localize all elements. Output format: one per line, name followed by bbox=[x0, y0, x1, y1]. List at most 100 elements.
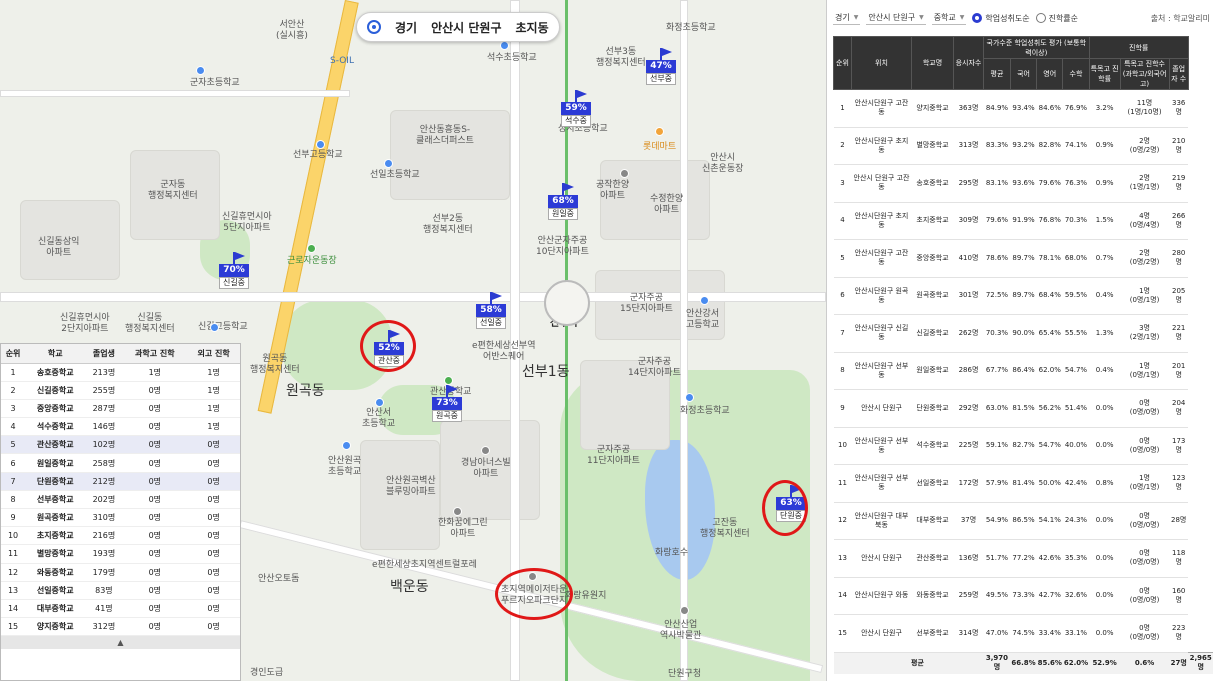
table-row[interactable]: 2 신길중학교 255명 0명 1명 bbox=[1, 381, 240, 400]
school-poi-icon[interactable] bbox=[700, 296, 709, 305]
table-row[interactable]: 10 안산시단원구 선부동 석수중학교 225명 59.1% 82.7% 54.7% 40.0… bbox=[833, 427, 1214, 465]
map-label: 군자초등학교 bbox=[190, 78, 240, 88]
table-row[interactable]: 9 원곡중학교 310명 0명 0명 bbox=[1, 508, 240, 528]
school-poi-icon[interactable] bbox=[375, 398, 384, 407]
table-row[interactable]: 1 송호중학교 213명 1명 1명 bbox=[1, 363, 240, 382]
table-row[interactable]: 13 안산시 단원구 관산중학교 136명 51.7% 77.2% 42.6% 35.3% 0.… bbox=[833, 539, 1214, 578]
table-row[interactable]: 8 안산시단원구 선부동 원일중학교 286명 67.7% 86.4% 62.0% 54.7%… bbox=[833, 352, 1214, 390]
school-poi-icon[interactable] bbox=[210, 323, 219, 332]
mart-poi-icon[interactable] bbox=[655, 127, 664, 136]
table-cell: 0명 (0명/0명) bbox=[1120, 539, 1170, 578]
table-row[interactable]: 11 안산시단원구 선부동 선일중학교 172명 57.9% 81.4% 50.0% 42.4… bbox=[833, 464, 1214, 503]
map-label: 롯데마트 bbox=[643, 142, 677, 152]
table-cell: 안산시단원구 원곡동 bbox=[851, 277, 912, 315]
map-label: 공작한양 아파트 bbox=[596, 180, 630, 201]
school-poi-icon[interactable] bbox=[316, 140, 325, 149]
table-cell: 1.3% bbox=[1089, 314, 1121, 353]
table-row[interactable]: 15 양지중학교 312명 0명 0명 bbox=[1, 617, 240, 637]
table-row[interactable]: 14 안산시단원구 와동 와동중학교 259명 49.5% 73.3% 42.7% 32.6%… bbox=[833, 577, 1214, 615]
table-row[interactable]: 10 초지중학교 216명 0명 0명 bbox=[1, 526, 240, 546]
sort-advance-radio[interactable]: 진학률순 bbox=[1035, 13, 1078, 24]
map-label: 신길고등학교 bbox=[198, 322, 248, 332]
table-row[interactable]: 7 단원중학교 212명 0명 0명 bbox=[1, 472, 240, 491]
scroll-up-button[interactable]: ▲ bbox=[1, 636, 240, 650]
breadcrumb-region[interactable]: 경기 bbox=[395, 19, 417, 36]
table-cell: 0.0% bbox=[1089, 389, 1121, 428]
header-school: 학교명 bbox=[911, 36, 954, 90]
table-cell: 336명 bbox=[1169, 89, 1189, 128]
region-select[interactable]: 경기 ▼ bbox=[833, 11, 861, 25]
table-row[interactable]: 9 안산시 단원구 단원중학교 292명 63.0% 81.5% 56.2% 51.4% 0.0… bbox=[833, 389, 1214, 428]
level-select[interactable]: 중학교 ▼ bbox=[931, 11, 967, 25]
apartment-poi-icon[interactable] bbox=[453, 507, 462, 516]
header-rank: 순위 bbox=[833, 36, 852, 90]
table-cell: 42.6% bbox=[1036, 539, 1063, 578]
location-target-icon[interactable] bbox=[367, 20, 381, 34]
sort-achievement-radio[interactable]: 학업성취도순 bbox=[972, 13, 1030, 24]
map-label: 안산강서 고등학교 bbox=[686, 309, 720, 330]
footer-cell: 2,965명 bbox=[1188, 651, 1213, 674]
table-row[interactable]: 7 안산시단원구 신길동 신길중학교 262명 70.3% 90.0% 65.4% 55.5%… bbox=[833, 314, 1214, 353]
breadcrumb-dong[interactable]: 초지동 bbox=[516, 19, 549, 36]
table-cell: 309명 bbox=[953, 202, 984, 240]
table-row[interactable]: 3 중앙중학교 287명 0명 1명 bbox=[1, 399, 240, 419]
table-row[interactable]: 4 안산시단원구 초지동 초지중학교 309명 79.6% 91.9% 76.8% 70.3%… bbox=[833, 202, 1214, 240]
table-cell: 0.4% bbox=[1089, 277, 1121, 315]
school-poi-icon[interactable] bbox=[500, 41, 509, 50]
breadcrumb-city[interactable]: 안산시 단원구 bbox=[431, 19, 501, 36]
school-name-cell: 원일중학교 bbox=[25, 453, 86, 473]
museum-poi-icon[interactable] bbox=[680, 606, 689, 615]
table-cell: 0명 bbox=[122, 581, 188, 600]
table-cell: 179명 bbox=[85, 563, 123, 582]
table-cell: 0명 bbox=[122, 417, 188, 437]
table-row[interactable]: 5 안산시단원구 고잔동 중앙중학교 410명 78.6% 89.7% 78.1% 68.0%… bbox=[833, 239, 1214, 278]
table-cell: 54.7% bbox=[1062, 352, 1090, 390]
table-cell: 11명 (1명/10명) bbox=[1120, 89, 1170, 128]
school-poi-icon[interactable] bbox=[384, 159, 393, 168]
apartment-poi-icon[interactable] bbox=[481, 446, 490, 455]
highlight-circle bbox=[360, 320, 416, 372]
table-row[interactable]: 14 대부중학교 41명 0명 0명 bbox=[1, 599, 240, 619]
table-row[interactable]: 15 안산시 단원구 선부중학교 314명 47.0% 74.5% 33.4% 33.1% 0.… bbox=[833, 614, 1214, 653]
table-cell: 15 bbox=[833, 614, 852, 653]
school-poi-icon[interactable] bbox=[685, 393, 694, 402]
region-select-value: 경기 bbox=[835, 13, 850, 22]
table-cell: 70.3% bbox=[1062, 202, 1090, 240]
table-cell: 57.9% bbox=[983, 464, 1011, 503]
apartment-poi-icon[interactable] bbox=[620, 169, 629, 178]
table-header-row: 순위 학교 졸업생 과학고 진학 외고 진학 bbox=[1, 344, 240, 364]
table-row[interactable]: 6 원일중학교 258명 0명 0명 bbox=[1, 453, 240, 473]
table-cell: 32.6% bbox=[1062, 577, 1090, 615]
table-cell: 안산시단원구 와동 bbox=[851, 577, 912, 615]
stadium-poi-icon[interactable] bbox=[307, 244, 316, 253]
table-cell: 석수중학교 bbox=[911, 427, 954, 465]
table-row[interactable]: 4 석수중학교 146명 0명 1명 bbox=[1, 417, 240, 437]
table-cell: 0명 bbox=[122, 453, 188, 473]
table-row[interactable]: 12 안산시단원구 대부북동 대부중학교 37명 54.9% 86.5% 54.1% 24.3… bbox=[833, 502, 1214, 540]
table-cell: 1명 bbox=[122, 363, 188, 382]
table-row[interactable]: 2 안산시단원구 초지동 별망중학교 313명 83.3% 93.2% 82.8% 74.1%… bbox=[833, 127, 1214, 165]
table-row[interactable]: 12 와동중학교 179명 0명 0명 bbox=[1, 563, 240, 582]
table-row[interactable]: 11 별망중학교 193명 0명 0명 bbox=[1, 544, 240, 564]
table-cell: 3 bbox=[1, 399, 26, 419]
table-row[interactable]: 8 선부중학교 202명 0명 0명 bbox=[1, 490, 240, 510]
table-row[interactable]: 1 안산시단원구 고잔동 양지중학교 363명 84.9% 93.4% 84.6% 76.9%… bbox=[833, 89, 1214, 128]
flag-percent: 73% bbox=[432, 397, 462, 410]
footer-cell bbox=[833, 651, 852, 674]
table-row[interactable]: 3 안산시 단원구 고잔동 송호중학교 295명 83.1% 93.6% 79.6% 76.3… bbox=[833, 164, 1214, 203]
table-cell: 193명 bbox=[85, 544, 123, 564]
table-row[interactable]: 5 관산중학교 102명 0명 0명 bbox=[1, 435, 240, 455]
map-label: 선부2동 행정복지센터 bbox=[423, 214, 473, 235]
map-label: 경남아너스빌 아파트 bbox=[461, 458, 511, 479]
school-poi-icon[interactable] bbox=[342, 441, 351, 450]
location-breadcrumb[interactable]: 경기 안산시 단원구 초지동 bbox=[356, 12, 560, 42]
table-cell: 93.6% bbox=[1010, 164, 1037, 203]
table-row[interactable]: 6 안산시단원구 원곡동 원곡중학교 301명 72.5% 89.7% 68.4% 59.5%… bbox=[833, 277, 1214, 315]
map-label: 선부1동 bbox=[522, 364, 570, 380]
school-poi-icon[interactable] bbox=[196, 66, 205, 75]
table-row[interactable]: 13 선일중학교 83명 0명 0명 bbox=[1, 581, 240, 600]
table-cell: 50.0% bbox=[1036, 464, 1063, 503]
stadium-poi-icon[interactable] bbox=[444, 376, 453, 385]
side-road bbox=[680, 0, 688, 681]
city-select[interactable]: 안산시 단원구 ▼ bbox=[866, 11, 926, 25]
